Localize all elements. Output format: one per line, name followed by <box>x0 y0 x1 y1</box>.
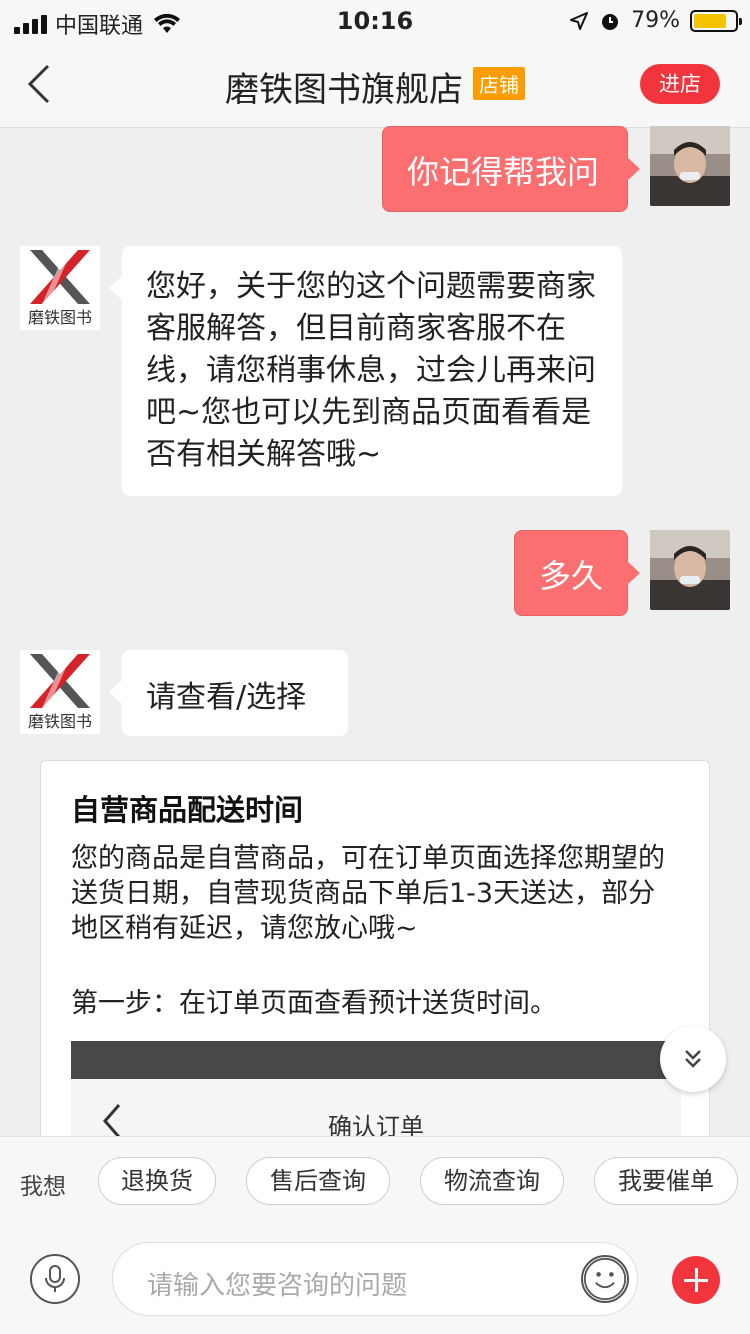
page-title: 磨铁图书旗舰店 <box>225 70 463 110</box>
chip-after-sales[interactable]: 售后查询 <box>246 1157 390 1205</box>
message-input-placeholder: 请输入您要咨询的问题 <box>147 1271 408 1301</box>
scroll-down-button[interactable] <box>660 1026 726 1092</box>
input-bar: 请输入您要咨询的问题 <box>0 1226 750 1334</box>
quick-label: 我想 <box>20 1174 66 1200</box>
shop-tag: 店铺 <box>473 67 525 100</box>
battery-percent: 79% <box>631 8 680 33</box>
shop-avatar[interactable]: 磨铁图书 <box>20 650 100 734</box>
card-title: 自营商品配送时间 <box>71 793 304 827</box>
user-message-bubble: 你记得帮我问 <box>382 126 640 212</box>
shop-logo-icon <box>30 654 90 708</box>
microphone-button[interactable] <box>30 1254 80 1304</box>
card-body: 您的商品是自营商品，可在订单页面选择您期望的送货日期，自营现货商品下单后1-3天… <box>71 843 665 944</box>
chip-return-exchange[interactable]: 退换货 <box>98 1157 216 1205</box>
alarm-icon <box>602 13 619 30</box>
nav-bar: 磨铁图书旗舰店 店铺 进店 <box>0 40 750 128</box>
status-bar: 中国联通 10:16 79% <box>0 0 750 40</box>
emoji-icon[interactable] <box>581 1255 629 1303</box>
shop-message-bubble: 您好，关于您的这个问题需要商家客服解答，但目前商家客服不在线，请您稍事休息，过会… <box>109 246 622 496</box>
double-chevron-down-icon <box>685 1050 701 1068</box>
message-text: 请查看/选择 <box>146 680 307 715</box>
card-screenshot-bar <box>71 1041 681 1079</box>
user-avatar[interactable] <box>650 126 730 206</box>
message-input[interactable]: 请输入您要咨询的问题 <box>112 1242 638 1316</box>
shop-avatar[interactable]: 磨铁图书 <box>20 246 100 330</box>
battery-fill <box>694 13 726 28</box>
status-right: 79% <box>569 8 742 33</box>
enter-shop-button[interactable]: 进店 <box>640 64 720 104</box>
add-button[interactable] <box>672 1256 720 1304</box>
delivery-info-card[interactable]: 自营商品配送时间 您的商品是自营商品，可在订单页面选择您期望的送货日期，自营现货… <box>40 760 710 1180</box>
chip-urge-order[interactable]: 我要催单 <box>594 1157 738 1205</box>
user-message-bubble: 多久 <box>514 530 640 616</box>
nav-title-wrap: 磨铁图书旗舰店 店铺 <box>0 62 750 111</box>
message-text: 你记得帮我问 <box>407 153 600 191</box>
location-arrow-icon <box>570 11 589 30</box>
shop-avatar-label: 磨铁图书 <box>27 308 92 327</box>
user-photo <box>650 530 730 610</box>
user-photo <box>650 126 730 206</box>
message-text: 多久 <box>539 557 604 595</box>
shop-message-bubble: 请查看/选择 <box>109 650 348 736</box>
user-avatar[interactable] <box>650 530 730 610</box>
battery-icon <box>690 9 742 32</box>
message-text: 您好，关于您的这个问题需要商家客服解答，但目前商家客服不在线，请您稍事休息，过会… <box>146 269 596 472</box>
shop-logo-icon <box>30 250 90 304</box>
quick-actions-bar: 我想 退换货 售后查询 物流查询 我要催单 <box>0 1136 750 1226</box>
chip-logistics[interactable]: 物流查询 <box>420 1157 564 1205</box>
card-step: 第一步：在订单页面查看预计送货时间。 <box>71 988 557 1019</box>
microphone-icon <box>45 1265 65 1292</box>
shop-avatar-label: 磨铁图书 <box>27 712 92 731</box>
